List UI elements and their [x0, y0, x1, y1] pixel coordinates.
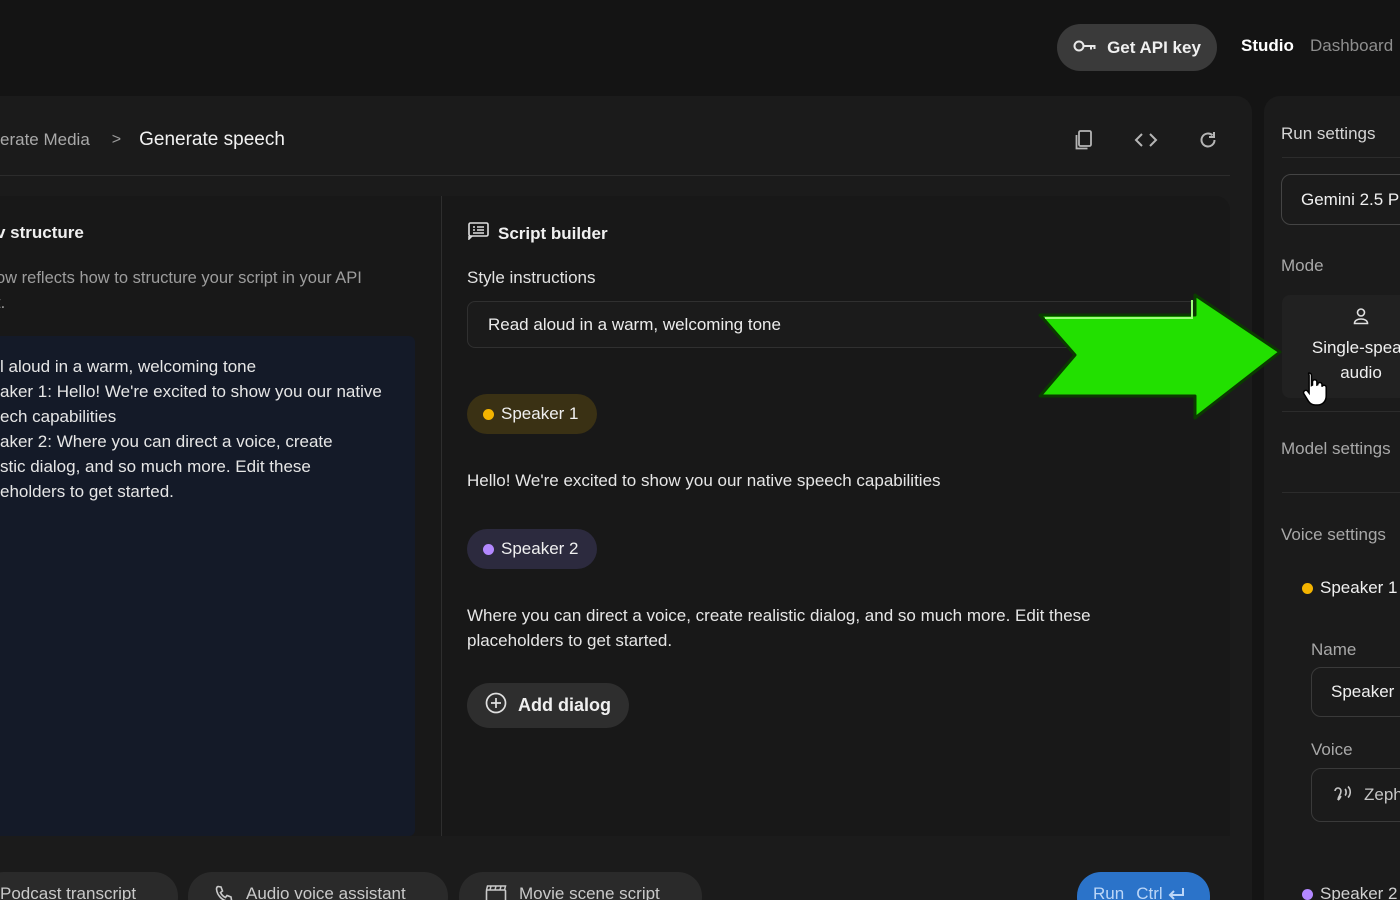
run-label: Run [1093, 884, 1125, 900]
voice-speaker1-header[interactable]: Speaker 1 [1302, 578, 1398, 598]
column-divider [441, 196, 442, 836]
enter-key-icon [1168, 888, 1184, 900]
style-instructions-label: Style instructions [467, 268, 596, 287]
top-bar: Get API key Studio Dashboard [0, 0, 1400, 95]
name-label: Name [1311, 640, 1357, 659]
key-icon [1073, 38, 1097, 58]
voice-speaker2-header[interactable]: Speaker 2 [1302, 884, 1398, 900]
get-api-key-button[interactable]: Get API key [1057, 24, 1217, 71]
breadcrumb: erate Media > Generate speech [0, 127, 285, 153]
header-actions [1072, 128, 1220, 152]
side-divider [1282, 411, 1400, 412]
speaker1-chip-label: Speaker 1 [501, 404, 579, 423]
description-line: t. [0, 294, 6, 312]
copy-icon[interactable] [1072, 128, 1096, 152]
audio-voice-assistant-label: Audio voice assistant [246, 884, 406, 900]
arrow-annotation-icon [1038, 293, 1282, 420]
person-icon [1352, 307, 1370, 330]
add-dialog-label: Add dialog [518, 695, 611, 715]
code-preview: l aloud in a warm, welcoming tone aker 1… [0, 336, 415, 836]
speaker2-dot [1302, 888, 1313, 900]
voice-select-value: Zeph [1364, 785, 1400, 804]
description-line: ow reflects how to structure your script… [0, 269, 362, 287]
voice-settings-label: Voice settings [1281, 525, 1386, 544]
speaker1-dot [1302, 582, 1313, 594]
page-title: Generate speech [139, 129, 285, 150]
voice-speaker1-label: Speaker 1 [1320, 578, 1398, 597]
structure-description: ow reflects how to structure your script… [0, 266, 416, 316]
speaker1-dot [483, 408, 494, 420]
podcast-transcript-chip[interactable]: Podcast transcript [0, 872, 178, 900]
code-icon[interactable] [1134, 128, 1158, 152]
voice-label: Voice [1311, 740, 1353, 759]
style-instructions-value: Read aloud in a warm, welcoming tone [488, 314, 781, 334]
structure-title: v structure [0, 223, 84, 242]
voice-select[interactable]: Zeph [1311, 768, 1400, 822]
speaker2-dialog[interactable]: Where you can direct a voice, create rea… [467, 603, 1167, 653]
script-builder-header: Script builder [468, 222, 608, 245]
header-divider [0, 175, 1230, 176]
add-circle-icon [485, 692, 507, 719]
model-settings-toggle[interactable]: Model settings [1281, 439, 1391, 459]
add-dialog-button[interactable]: Add dialog [467, 683, 629, 728]
nav-studio[interactable]: Studio [1241, 36, 1294, 56]
speaker1-dialog[interactable]: Hello! We're excited to show you our nat… [467, 468, 1187, 493]
speaker1-chip[interactable]: Speaker 1 [467, 394, 597, 434]
run-shortcut-label: Ctrl [1136, 884, 1163, 900]
chevron-right-icon: > [111, 131, 122, 148]
speaker2-chip[interactable]: Speaker 2 [467, 529, 597, 569]
script-icon [468, 222, 489, 245]
script-builder-title: Script builder [498, 223, 608, 243]
code-line: aker 1: Hello! We're excited to show you… [0, 382, 382, 401]
code-line: l aloud in a warm, welcoming tone [0, 357, 257, 376]
code-line: ech capabilities [0, 407, 117, 426]
get-api-key-label: Get API key [1107, 37, 1201, 57]
code-line: eholders to get started. [0, 482, 174, 501]
speaker2-chip-label: Speaker 2 [501, 539, 579, 558]
code-line: aker 2: Where you can direct a voice, cr… [0, 432, 333, 451]
side-divider [1282, 492, 1400, 493]
hand-cursor-icon [1302, 372, 1327, 406]
refresh-icon[interactable] [1196, 128, 1220, 152]
model-select[interactable]: Gemini 2.5 P [1281, 174, 1400, 225]
mode-label: Mode [1281, 256, 1324, 275]
run-shortcut: Ctrl [1136, 884, 1185, 900]
mode-option-line: Single-speak [1311, 338, 1400, 357]
speaker-name-input[interactable]: Speaker [1311, 667, 1400, 717]
podcast-transcript-label: Podcast transcript [0, 884, 137, 900]
speaker2-dot [483, 543, 494, 555]
breadcrumb-parent[interactable]: erate Media [0, 130, 90, 150]
run-button[interactable]: Run Ctrl [1077, 872, 1210, 900]
run-settings-title: Run settings [1281, 124, 1376, 143]
side-divider [1282, 157, 1400, 158]
voice-speaker2-label: Speaker 2 [1320, 884, 1398, 900]
model-select-value: Gemini 2.5 P [1301, 189, 1400, 209]
phone-icon [214, 884, 234, 900]
clapperboard-icon [485, 884, 507, 900]
code-line: stic dialog, and so much more. Edit thes… [0, 457, 311, 476]
voice-icon [1332, 782, 1354, 809]
audio-voice-assistant-chip[interactable]: Audio voice assistant [188, 872, 448, 900]
movie-scene-script-chip[interactable]: Movie scene script [459, 872, 702, 900]
movie-scene-script-label: Movie scene script [519, 884, 660, 900]
speaker-name-value: Speaker [1331, 682, 1395, 701]
nav-dashboard[interactable]: Dashboard [1310, 36, 1393, 56]
